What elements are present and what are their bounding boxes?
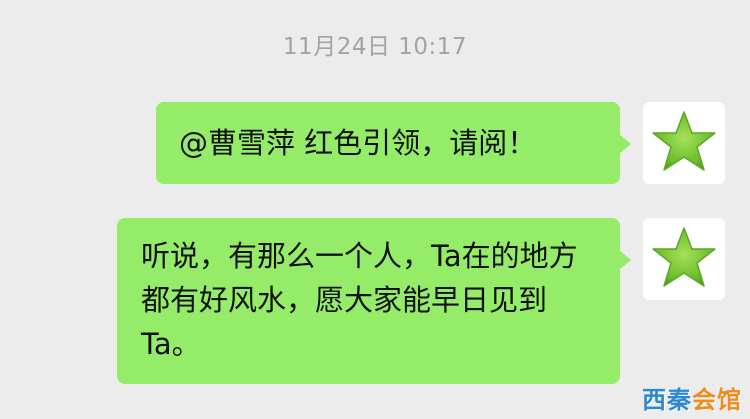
chat-timestamp: 11月24日 10:17: [282, 34, 468, 60]
user-avatar[interactable]: [643, 218, 725, 300]
message-bubble[interactable]: @曹雪萍 红色引领，请阅！: [156, 102, 631, 184]
green-star-icon: [652, 227, 716, 287]
green-star-icon: [652, 111, 716, 171]
watermark-part2: 会馆: [692, 386, 742, 414]
user-avatar[interactable]: [643, 102, 725, 184]
watermark-part1: 西秦: [642, 386, 692, 414]
message-bubble[interactable]: 听说，有那么一个人，Ta在的地方都有好风水，愿大家能早日见到Ta。: [117, 218, 631, 384]
watermark-logo: 西秦会馆: [642, 380, 742, 415]
